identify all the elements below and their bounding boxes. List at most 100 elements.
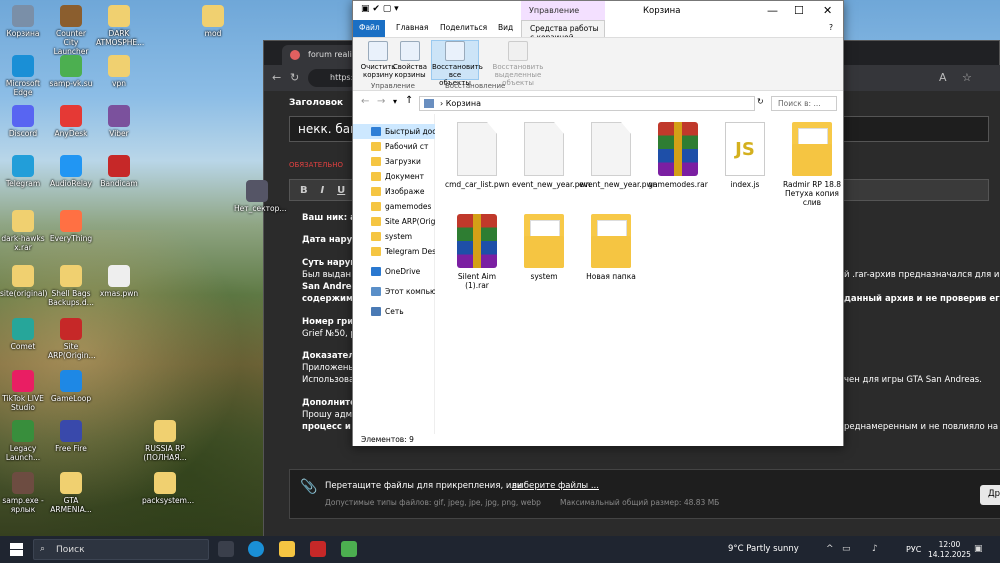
nav-item[interactable]: Рабочий ст bbox=[353, 139, 435, 154]
desktop-icon[interactable]: Discord bbox=[0, 105, 46, 138]
back-icon[interactable]: ← bbox=[272, 71, 281, 84]
reload-icon[interactable]: ↻ bbox=[290, 71, 299, 84]
desktop-icon[interactable]: site(original) bbox=[0, 265, 47, 298]
network-icon[interactable]: ▭ bbox=[842, 544, 851, 554]
nav-item[interactable]: system bbox=[353, 229, 435, 244]
help-icon[interactable]: ? bbox=[829, 23, 833, 32]
up-arrow-icon[interactable]: ↑ bbox=[405, 95, 413, 106]
desktop-icon[interactable]: Counter City Launcher bbox=[48, 5, 94, 56]
weather-widget[interactable]: 9°C Partly sunny bbox=[728, 544, 799, 554]
file-item[interactable]: JS index.js bbox=[713, 122, 777, 189]
desktop-icon[interactable]: GameLoop bbox=[48, 370, 94, 403]
language-indicator[interactable]: РУС bbox=[906, 545, 921, 554]
back-arrow-icon[interactable]: ← bbox=[361, 96, 369, 107]
address-bar[interactable]: › Корзина bbox=[419, 96, 755, 111]
file-explorer-icon[interactable] bbox=[279, 541, 295, 557]
desktop-icon[interactable]: DARK ATMOSPHE... bbox=[96, 5, 144, 47]
filezilla-icon[interactable] bbox=[310, 541, 326, 557]
recent-icon[interactable]: ▾ bbox=[393, 97, 397, 106]
maximize-icon[interactable]: ☐ bbox=[794, 4, 804, 17]
desktop-icon[interactable]: Microsoft Edge bbox=[0, 55, 46, 97]
italic-button[interactable]: I bbox=[321, 185, 325, 196]
attach-zone[interactable]: 📎 Перетащите файлы для прикрепления, или… bbox=[289, 469, 1000, 519]
nav-item[interactable]: OneDrive bbox=[353, 264, 435, 279]
volume-icon[interactable]: ♪ bbox=[872, 544, 878, 554]
file-item[interactable]: cmd_car_list.pwn bbox=[445, 122, 510, 189]
start-icon[interactable] bbox=[10, 543, 23, 556]
desktop-icon[interactable]: RUSSIA RP (ПОЛНАЯ... bbox=[142, 420, 188, 462]
desktop-icon[interactable]: xmas.pwn bbox=[96, 265, 142, 298]
restore-selected-button[interactable]: Восстановить выделенные объекты bbox=[481, 41, 555, 87]
desktop-icon[interactable]: dark-hawks x.rar bbox=[0, 210, 46, 252]
desktop-icon[interactable]: samp.exe - ярлык bbox=[0, 472, 46, 514]
desktop-icon[interactable]: mod bbox=[190, 5, 236, 38]
file-item[interactable]: system bbox=[512, 214, 576, 281]
nav-item[interactable]: gamemodes bbox=[353, 199, 435, 214]
file-item[interactable]: event_new_year.pwn bbox=[512, 122, 590, 189]
underline-button[interactable]: U bbox=[337, 185, 345, 196]
quick-access-icon[interactable]: ▣ ✔ ▢ ▾ bbox=[361, 4, 399, 14]
desktop-icon[interactable]: Viber bbox=[96, 105, 142, 138]
nav-item[interactable]: Загрузки bbox=[353, 154, 435, 169]
desktop-icon[interactable]: Telegram bbox=[0, 155, 46, 188]
desktop-icon[interactable]: GTA ARMENIA... bbox=[48, 472, 94, 514]
desktop-icon[interactable]: Site ARP(Origin... bbox=[48, 318, 96, 360]
nav-item[interactable]: Site ARP(Origi bbox=[353, 214, 435, 229]
notifications-icon[interactable]: ▣ bbox=[974, 544, 983, 554]
desktop-icon[interactable]: TikTok LIVE Studio bbox=[0, 370, 46, 412]
read-aloud-icon[interactable]: A bbox=[939, 71, 947, 84]
window-title: Корзина bbox=[643, 6, 681, 16]
recycle-properties-button[interactable]: Свойства корзины bbox=[387, 41, 433, 79]
chevron-up-icon[interactable]: ^ bbox=[826, 544, 834, 554]
desktop-icon[interactable]: AudioRelay bbox=[48, 155, 94, 188]
file-item[interactable]: Silent Aim (1).rar bbox=[445, 214, 509, 290]
tab-recycle-tools[interactable]: Средства работы с корзиной bbox=[521, 20, 605, 42]
taskbar-search[interactable]: ⌕ Поиск bbox=[33, 539, 209, 560]
tab-view[interactable]: Вид bbox=[498, 23, 513, 32]
task-view-icon[interactable] bbox=[218, 541, 234, 557]
url-bar[interactable]: https: bbox=[308, 69, 358, 87]
desktop-icon[interactable]: EveryThing bbox=[48, 210, 94, 243]
restore-all-button[interactable]: Восстановить все объекты bbox=[432, 41, 483, 87]
file-item[interactable]: event_new_year.pwn bbox=[579, 122, 657, 189]
tab-share[interactable]: Поделиться bbox=[440, 23, 487, 32]
nav-item[interactable]: Этот компьютер bbox=[353, 284, 435, 299]
tab-file[interactable]: Файл bbox=[353, 20, 385, 37]
desktop-icon[interactable]: Корзина bbox=[0, 5, 46, 38]
refresh-icon[interactable]: ↻ bbox=[757, 97, 764, 106]
desktop-icon[interactable]: vpn bbox=[96, 55, 142, 88]
bold-button[interactable]: B bbox=[300, 185, 308, 196]
file-item[interactable]: gamemodes.rar bbox=[646, 122, 710, 189]
nav-item[interactable]: Документ bbox=[353, 169, 435, 184]
desktop-icon[interactable]: Comet bbox=[0, 318, 46, 351]
choose-files-link[interactable]: выберите файлы ... bbox=[512, 480, 599, 492]
archive-icon bbox=[457, 214, 497, 268]
nav-item[interactable]: Сеть bbox=[353, 304, 435, 319]
desktop-icon[interactable]: AnyDesk bbox=[48, 105, 94, 138]
app-icon[interactable] bbox=[341, 541, 357, 557]
desktop-icon-label: Free Fire bbox=[55, 444, 87, 453]
clock[interactable]: 12:00 14.12.2025 bbox=[928, 540, 971, 560]
file-item[interactable]: Новая папка bbox=[579, 214, 643, 281]
edge-icon[interactable] bbox=[248, 541, 264, 557]
minimize-icon[interactable]: — bbox=[767, 4, 778, 17]
desktop-icon[interactable]: Нет_сектор... bbox=[234, 180, 287, 213]
desktop-icon[interactable]: Bandicam bbox=[96, 155, 142, 188]
desktop-icon[interactable]: Free Fire bbox=[48, 420, 94, 453]
other-options-button[interactable]: Другие м bbox=[980, 485, 1000, 505]
tab-home[interactable]: Главная bbox=[396, 23, 428, 32]
editor-line: й .rar-архив предназначался для иг bbox=[844, 270, 1000, 280]
explorer-titlebar: ▣ ✔ ▢ ▾ Управление Корзина — ☐ ✕ bbox=[353, 1, 843, 20]
forward-arrow-icon[interactable]: → bbox=[377, 96, 385, 107]
desktop-icon[interactable]: samp-vk.su bbox=[48, 55, 94, 88]
desktop-icon[interactable]: Legacy Launch... bbox=[0, 420, 46, 462]
nav-item[interactable]: Быстрый досту bbox=[353, 124, 435, 139]
file-item[interactable]: Radmir RP 18.8 Петуха копия слив bbox=[780, 122, 844, 207]
desktop-icon[interactable]: Shell Bags Backups.d... bbox=[48, 265, 94, 307]
desktop-icon[interactable]: packsystem... bbox=[142, 472, 194, 505]
nav-item[interactable]: Telegram Desk bbox=[353, 244, 435, 259]
nav-item[interactable]: Изображе bbox=[353, 184, 435, 199]
close-icon[interactable]: ✕ bbox=[823, 4, 832, 17]
favorites-icon[interactable]: ☆ bbox=[962, 71, 972, 84]
search-box[interactable]: Поиск в: ... bbox=[771, 96, 837, 111]
